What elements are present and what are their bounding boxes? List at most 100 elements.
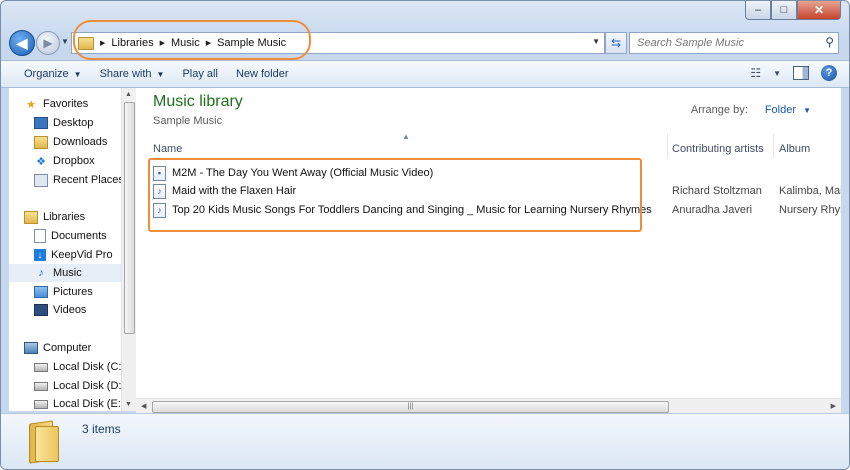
new-folder-button[interactable]: New folder [236,68,289,80]
documents-icon [34,229,46,243]
details-pane: 3 items [1,413,849,469]
file-name: M2M - The Day You Went Away (Official Mu… [172,167,434,179]
nav-item-label: Desktop [53,117,94,129]
library-subtitle: Sample Music [153,115,223,127]
file-album: Nursery Rhym [779,204,841,216]
breadcrumb-libraries[interactable]: Libraries [111,37,153,49]
videos-icon [34,304,48,316]
help-button[interactable]: ? [821,65,837,81]
nav-libraries[interactable]: Libraries [24,208,136,226]
scroll-down-icon[interactable]: ▼ [125,401,132,408]
file-name: Top 20 Kids Music Songs For Toddlers Dan… [172,204,652,216]
folder-icon [78,36,94,50]
scrollbar-thumb[interactable]: ||| [152,401,669,413]
chevron-down-icon[interactable]: ▼ [773,69,781,78]
organize-button[interactable]: Organize ▼ [24,68,82,80]
scrollbar-thumb[interactable] [124,102,135,334]
nav-item-label: Music [53,267,82,279]
navigation-pane-scrollbar[interactable]: ▲ ▼ [121,88,136,411]
file-artists: Richard Stoltzman [672,185,762,197]
scroll-up-icon[interactable]: ▲ [125,91,132,98]
back-button[interactable]: ◀ [9,30,35,56]
drive-icon [34,362,48,372]
nav-music[interactable]: ♪ Music [9,264,121,282]
scroll-left-icon[interactable]: ◀ [141,402,146,410]
nav-item-label: Videos [53,304,87,316]
column-header-contributing-artists[interactable]: Contributing artists [672,140,764,158]
nav-computer[interactable]: Computer [24,339,136,357]
command-bar: Organize ▼ Share with ▼ Play all New fol… [1,60,849,88]
nav-item-label: Downloads [53,136,108,148]
recent-places-icon [34,173,48,187]
downloads-folder-icon [34,135,48,149]
star-icon: ★ [26,98,36,111]
preview-pane-icon[interactable] [793,66,809,80]
caption-buttons: – □ ✕ [745,1,841,20]
nav-item-label: Local Disk (D:) [53,380,126,392]
drive-icon [34,381,48,391]
nav-item-label: Computer [43,342,92,354]
breadcrumb-chevron-icon[interactable]: ▶ [206,39,211,47]
play-all-button[interactable]: Play all [182,68,217,80]
nav-favorites[interactable]: ★ Favorites [24,95,136,113]
navigation-pane: ★ Favorites Desktop Downloads ❖ Dropbox … [9,88,125,411]
drive-icon [34,399,48,409]
pictures-icon [34,286,48,298]
nav-item-label: Local Disk (E:) [53,398,125,410]
breadcrumb-sample-music[interactable]: Sample Music [217,37,286,49]
file-album [779,164,841,182]
nav-item-label: Dropbox [53,155,95,167]
library-title: Music library [153,93,243,110]
column-divider[interactable] [773,134,774,158]
file-list-pane: Music library Sample Music Arrange by: F… [136,88,841,398]
horizontal-scrollbar[interactable]: ◀ ||| ▶ [136,398,841,414]
arrange-by-dropdown[interactable]: Folder [765,104,796,116]
scroll-right-icon[interactable]: ▶ [831,402,836,410]
file-artists [672,164,770,182]
explorer-window: – □ ✕ ◀ ▶ ▼ ▶ Libraries ▶ Music ▶ Sample… [0,0,850,470]
recent-pages-dropdown-icon[interactable]: ▼ [61,37,69,46]
file-row[interactable]: ♪ Top 20 Kids Music Songs For Toddlers D… [153,201,652,219]
nav-item-label: Local Disk (C:) [53,361,126,373]
share-with-button[interactable]: Share with ▼ [100,68,165,80]
dropbox-icon: ❖ [36,155,46,168]
close-button[interactable]: ✕ [797,1,841,20]
chevron-down-icon: ▼ [73,69,82,79]
maximize-button[interactable]: □ [771,1,797,20]
sort-ascending-icon: ▲ [402,132,410,141]
view-controls: ☷ ▼ ? [750,65,837,81]
share-with-label: Share with [99,68,152,80]
search-input[interactable] [635,36,824,50]
address-history-dropdown-icon[interactable]: ▼ [592,37,600,46]
file-row[interactable]: ♪ Maid with the Flaxen Hair [153,182,296,200]
nav-item-label: Pictures [53,286,93,298]
audio-file-icon: ♪ [153,183,166,199]
arrange-by-label: Arrange by: [690,104,748,116]
music-note-icon: ♪ [38,267,44,279]
nav-item-label: KeepVid Pro [51,249,113,261]
nav-item-label: Recent Places [53,174,124,186]
column-header-album[interactable]: Album [779,140,810,158]
file-artists: Anuradha Javeri [672,204,753,216]
libraries-icon [24,210,38,224]
search-box[interactable]: ⚲ [629,32,839,54]
refresh-icon: ⇆ [610,36,622,50]
breadcrumb-chevron-icon[interactable]: ▶ [160,39,165,47]
search-icon[interactable]: ⚲ [825,35,834,49]
column-divider[interactable] [667,134,668,158]
chevron-down-icon[interactable]: ▼ [803,106,811,115]
forward-button[interactable]: ▶ [36,31,60,55]
breadcrumb-chevron-icon[interactable]: ▶ [100,39,105,47]
breadcrumb-music[interactable]: Music [171,37,200,49]
item-count: 3 items [82,422,121,436]
desktop-icon [34,117,48,129]
address-bar[interactable]: ▶ Libraries ▶ Music ▶ Sample Music ▼ [71,32,605,54]
audio-file-icon: ♪ [153,202,166,218]
refresh-button[interactable]: ⇆ [605,32,627,54]
folder-icon [27,420,59,464]
chevron-down-icon: ▼ [156,69,165,79]
change-view-icon[interactable]: ☷ [750,66,761,80]
minimize-button[interactable]: – [745,1,771,20]
file-row[interactable]: ▪ M2M - The Day You Went Away (Official … [153,164,433,182]
column-header-name[interactable]: Name [153,140,182,158]
